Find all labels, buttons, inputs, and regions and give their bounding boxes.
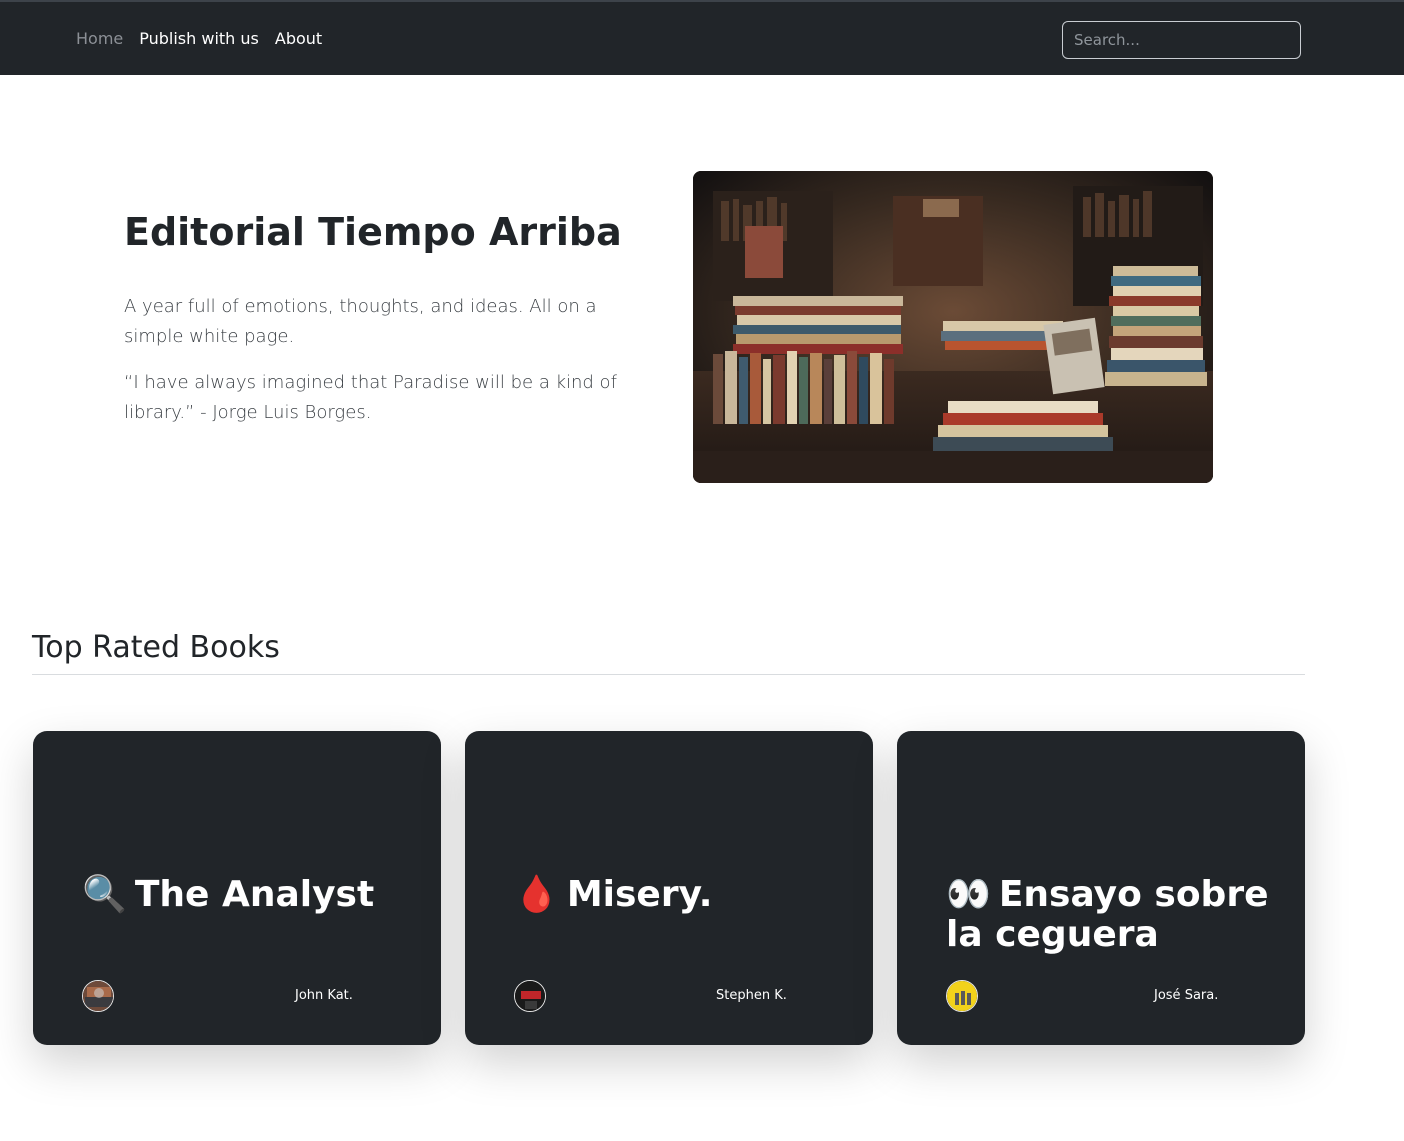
search-input[interactable] <box>1062 21 1301 59</box>
hero-title: Editorial Tiempo Arriba <box>124 210 622 254</box>
nav-link-about[interactable]: About <box>275 28 322 50</box>
book-card-the-analyst[interactable]: 🔍 The Analyst John Kat. <box>33 731 441 1045</box>
book-card-misery[interactable]: 🩸 Misery. Stephen K. <box>465 731 873 1045</box>
author-avatar <box>514 980 546 1012</box>
navbar: Home Publish with us About <box>0 0 1404 75</box>
book-card-title: 👀 Ensayo sobre la ceguera <box>946 874 1269 955</box>
book-card-author: José Sara. <box>1154 988 1219 1003</box>
author-avatar <box>82 980 114 1012</box>
book-card-author: John Kat. <box>295 988 353 1003</box>
book-card-author: Stephen K. <box>716 988 787 1003</box>
author-avatar <box>946 980 978 1012</box>
book-card-title: 🩸 Misery. <box>514 874 713 915</box>
magnifier-icon: 🔍 <box>82 874 127 915</box>
eyes-icon: 👀 <box>946 874 991 915</box>
hero-bookstore-image <box>693 171 1213 483</box>
section-divider <box>32 674 1305 675</box>
nav-links: Home Publish with us About <box>76 28 322 50</box>
hero-description: A year full of emotions, thoughts, and i… <box>124 296 597 347</box>
hero-quote: “I have always imagined that Paradise wi… <box>124 372 617 423</box>
book-card-ensayo-sobre-la-ceguera[interactable]: 👀 Ensayo sobre la ceguera José Sara. <box>897 731 1305 1045</box>
nav-link-home[interactable]: Home <box>76 28 123 50</box>
nav-link-publish[interactable]: Publish with us <box>139 28 259 50</box>
blood-drop-icon: 🩸 <box>514 874 559 915</box>
book-card-title: 🔍 The Analyst <box>82 874 375 915</box>
section-title-top-rated: Top Rated Books <box>32 630 280 665</box>
